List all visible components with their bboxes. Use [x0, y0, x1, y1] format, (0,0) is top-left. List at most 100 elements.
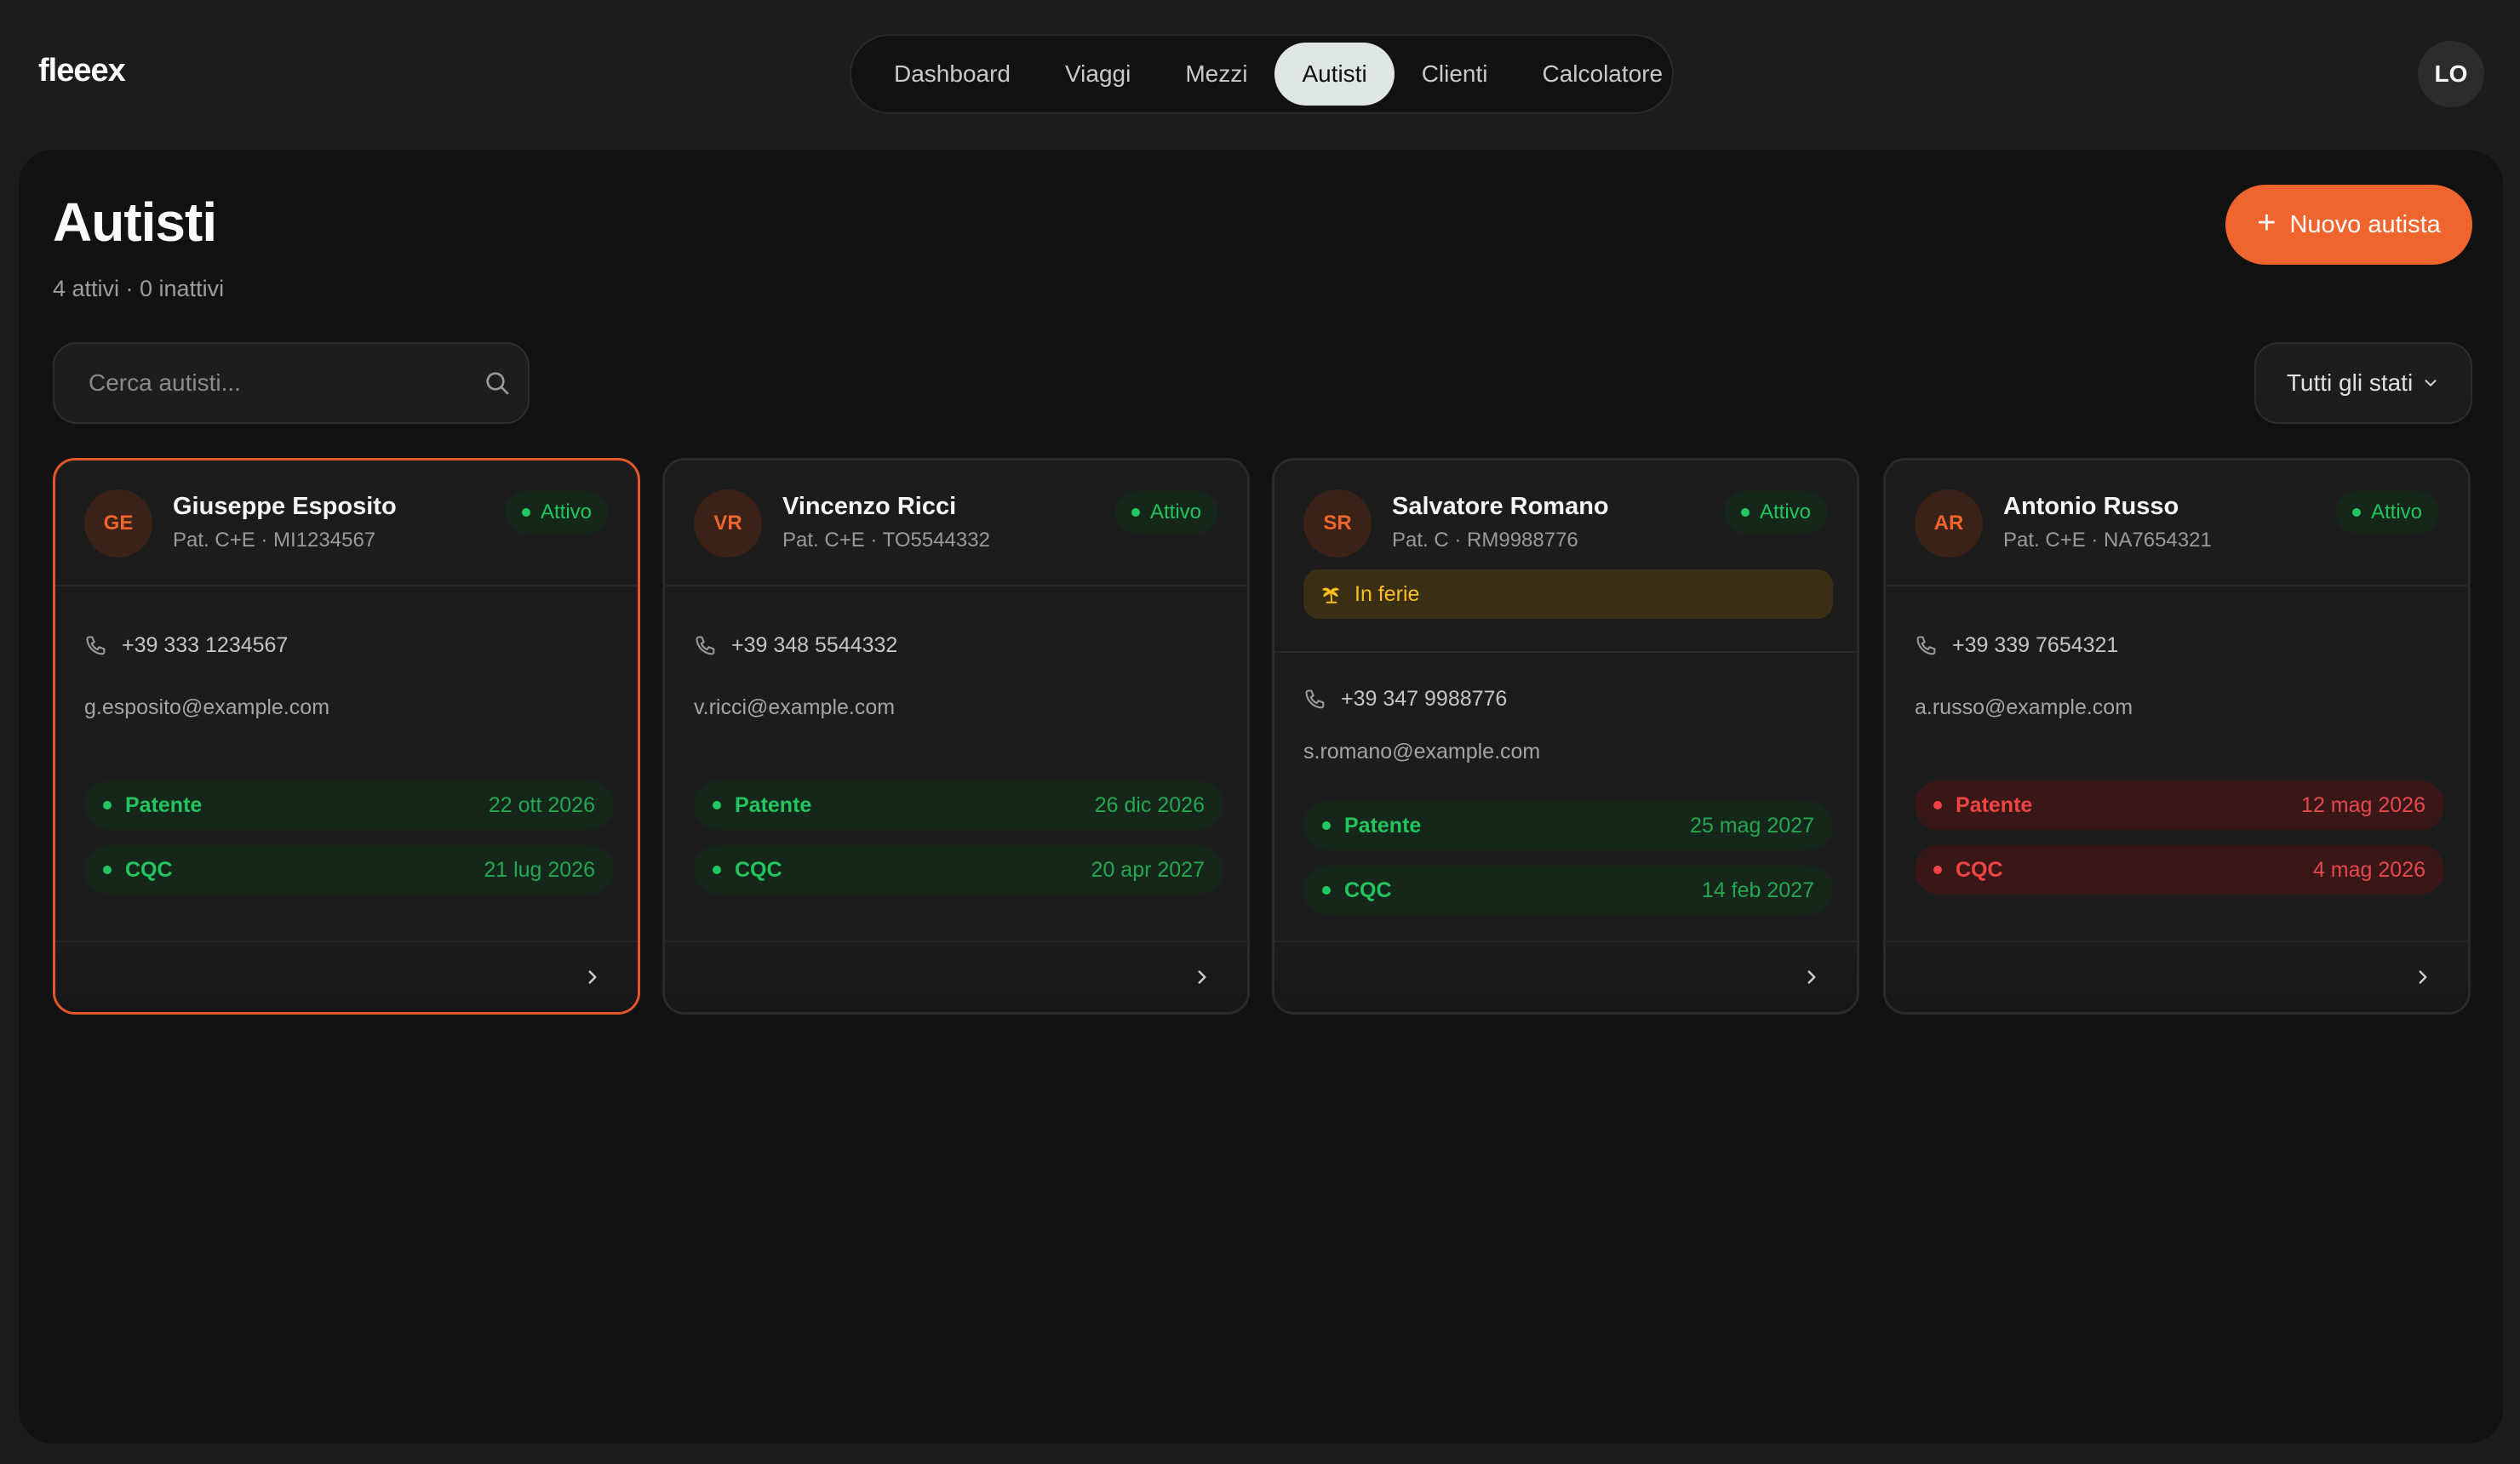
app-logo[interactable]: fleeex	[38, 53, 126, 89]
document-status-dot-icon	[103, 866, 112, 874]
vacation-badge: In ferie	[1303, 569, 1833, 619]
phone-icon	[1305, 689, 1325, 708]
status-badge: Attivo	[1114, 491, 1218, 534]
search-icon[interactable]	[484, 369, 511, 397]
document-expiry: 12 mag 2026	[2301, 792, 2426, 817]
document-name: CQC	[125, 857, 173, 882]
page-title: Autisti	[53, 192, 217, 253]
document-row-cqc: CQC 14 feb 2027	[1303, 866, 1833, 915]
driver-name: Antonio Russo	[2003, 493, 2179, 520]
tab-autisti[interactable]: Autisti	[1274, 43, 1395, 106]
document-expiry: 25 mag 2027	[1690, 813, 1814, 838]
chevron-right-icon[interactable]	[581, 964, 604, 990]
driver-card-footer	[665, 941, 1247, 1012]
new-driver-button-label: Nuovo autista	[2289, 210, 2441, 238]
vacation-badge-label: In ferie	[1354, 581, 1420, 606]
driver-card[interactable]: SR Salvatore Romano Pat. C · RM9988776 A…	[1272, 458, 1859, 1015]
driver-phone: +39 333 1234567	[84, 633, 288, 658]
driver-name: Giuseppe Esposito	[173, 493, 397, 520]
driver-card-header: VR Vincenzo Ricci Pat. C+E · TO5544332 A…	[665, 460, 1247, 586]
driver-phone-number: +39 333 1234567	[122, 633, 289, 657]
driver-phone-number: +39 348 5544332	[731, 633, 898, 657]
new-driver-button[interactable]: + Nuovo autista	[2225, 185, 2472, 265]
driver-email: v.ricci@example.com	[694, 695, 896, 719]
document-status-dot-icon	[713, 866, 721, 874]
document-status-dot-icon	[1933, 801, 1942, 809]
phone-icon	[86, 635, 106, 655]
top-bar: fleeex Dashboard Viaggi Mezzi Autisti Cl…	[0, 0, 2520, 150]
search-box	[53, 342, 530, 424]
document-name: Patente	[735, 792, 812, 817]
document-status-dot-icon	[1322, 821, 1331, 830]
page-subtitle: 4 attivi · 0 inattivi	[53, 276, 225, 301]
document-name: CQC	[1344, 878, 1392, 902]
document-expiry: 22 ott 2026	[488, 792, 595, 817]
document-name: Patente	[125, 792, 203, 817]
chevron-right-icon[interactable]	[1191, 964, 1213, 990]
document-expiry: 4 mag 2026	[2312, 857, 2426, 882]
status-dot-icon	[2351, 508, 2361, 517]
status-badge: Attivo	[504, 491, 609, 534]
driver-email: g.esposito@example.com	[84, 695, 330, 719]
driver-card[interactable]: VR Vincenzo Ricci Pat. C+E · TO5544332 A…	[662, 458, 1250, 1015]
document-status-dot-icon	[103, 801, 112, 809]
driver-phone: +39 348 5544332	[694, 633, 897, 658]
document-row-patente: Patente 26 dic 2026	[694, 781, 1223, 830]
driver-card[interactable]: GE Giuseppe Esposito Pat. C+E · MI123456…	[53, 458, 640, 1015]
status-dot-icon	[1131, 508, 1140, 517]
status-dot-icon	[1740, 508, 1750, 517]
document-expiry: 20 apr 2027	[1091, 857, 1205, 882]
tab-viaggi[interactable]: Viaggi	[1038, 43, 1158, 106]
driver-card-footer	[55, 941, 638, 1012]
driver-avatar: AR	[1915, 489, 1983, 558]
tab-calcolatore[interactable]: Calcolatore	[1515, 43, 1691, 106]
status-filter-label: Tutti gli stati	[2286, 369, 2414, 396]
document-row-cqc: CQC 21 lug 2026	[84, 845, 614, 895]
document-expiry: 26 dic 2026	[1094, 792, 1205, 817]
tab-dashboard[interactable]: Dashboard	[867, 43, 1038, 106]
driver-phone-number: +39 339 7654321	[1952, 633, 2119, 657]
status-dot-icon	[521, 508, 530, 517]
chevron-right-icon[interactable]	[1801, 964, 1823, 990]
document-row-patente: Patente 12 mag 2026	[1915, 781, 2444, 830]
main-panel: Autisti 4 attivi · 0 inattivi + Nuovo au…	[19, 150, 2503, 1444]
document-name: Patente	[1344, 813, 1422, 838]
tab-mezzi[interactable]: Mezzi	[1158, 43, 1274, 106]
driver-phone-number: +39 347 9988776	[1341, 687, 1508, 711]
document-name: CQC	[1956, 857, 2003, 882]
document-status-dot-icon	[713, 801, 721, 809]
status-filter-dropdown[interactable]: Tutti gli stati	[2254, 342, 2472, 424]
driver-license: Pat. C+E · TO5544332	[782, 529, 990, 552]
status-badge-label: Attivo	[1149, 500, 1201, 523]
driver-name: Salvatore Romano	[1392, 493, 1609, 520]
status-badge-label: Attivo	[540, 500, 592, 523]
document-status-dot-icon	[1322, 886, 1331, 895]
document-expiry: 14 feb 2027	[1701, 878, 1814, 902]
driver-card-footer	[1886, 941, 2468, 1012]
driver-license: Pat. C+E · MI1234567	[173, 529, 376, 552]
document-row-cqc: CQC 20 apr 2027	[694, 845, 1223, 895]
driver-card[interactable]: AR Antonio Russo Pat. C+E · NA7654321 At…	[1883, 458, 2471, 1015]
phone-icon	[696, 635, 715, 655]
driver-card-header: SR Salvatore Romano Pat. C · RM9988776 A…	[1274, 460, 1857, 653]
chevron-right-icon[interactable]	[2412, 964, 2434, 990]
user-avatar[interactable]: LO	[2418, 41, 2484, 107]
status-badge-label: Attivo	[2370, 500, 2422, 523]
status-badge-label: Attivo	[1759, 500, 1811, 523]
search-input[interactable]	[89, 344, 463, 422]
status-badge: Attivo	[2334, 491, 2439, 534]
driver-card-header: AR Antonio Russo Pat. C+E · NA7654321 At…	[1886, 460, 2468, 586]
driver-phone: +39 347 9988776	[1303, 687, 1507, 712]
tab-clienti[interactable]: Clienti	[1395, 43, 1515, 106]
driver-avatar: GE	[84, 489, 152, 558]
driver-card-footer	[1274, 941, 1857, 1012]
driver-phone: +39 339 7654321	[1915, 633, 2118, 658]
document-expiry: 21 lug 2026	[484, 857, 595, 882]
palm-tree-icon	[1322, 587, 1339, 603]
status-badge: Attivo	[1723, 491, 1828, 534]
driver-avatar: VR	[694, 489, 762, 558]
driver-email: s.romano@example.com	[1303, 740, 1541, 763]
document-row-patente: Patente 22 ott 2026	[84, 781, 614, 830]
document-name: CQC	[735, 857, 782, 882]
driver-license: Pat. C · RM9988776	[1392, 529, 1578, 552]
